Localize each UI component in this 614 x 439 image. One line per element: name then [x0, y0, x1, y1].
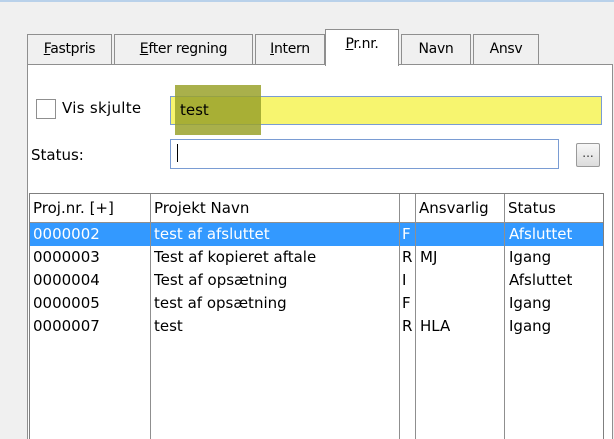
tab-label: Efter regning	[139, 41, 228, 57]
tab-ansv[interactable]: Ansv	[473, 34, 539, 64]
cell-name: test	[154, 317, 183, 335]
cell-status: Afsluttet	[509, 225, 573, 243]
cell-projnr: 0000002	[33, 225, 100, 243]
tab-label: Pr.nr.	[345, 36, 379, 52]
tab-label: Fastpris	[43, 41, 96, 57]
table-row[interactable]: 0000007 test R HLA Igang	[30, 315, 603, 338]
tab-label: Ansv	[489, 41, 523, 57]
column-header-owner[interactable]: Ansvarlig	[419, 194, 502, 223]
cell-name: test af opsætning	[154, 294, 287, 312]
table-row[interactable]: 0000002 test af afsluttet F Afsluttet	[30, 223, 603, 246]
tab-label: Intern	[270, 41, 310, 57]
project-grid[interactable]: Proj.nr. [+] Projekt Navn Ansvarlig Stat…	[29, 193, 604, 439]
tab-pr-nr[interactable]: Pr.nr.	[325, 29, 399, 66]
status-label: Status:	[31, 146, 84, 164]
cell-flag: I	[402, 271, 407, 289]
cell-status: Igang	[509, 294, 552, 312]
cell-status: Igang	[509, 317, 552, 335]
tab-navn[interactable]: Navn	[401, 34, 471, 64]
cell-status: Afsluttet	[509, 271, 573, 289]
status-input[interactable]	[170, 139, 559, 169]
column-divider	[399, 194, 400, 439]
text-caret	[177, 144, 178, 162]
tab-efter-regning[interactable]: Efter regning	[114, 34, 253, 64]
cell-name: Test af kopieret aftale	[154, 248, 317, 266]
cell-flag: F	[402, 294, 411, 312]
table-row[interactable]: 0000005 test af opsætning F Igang	[30, 292, 603, 315]
cell-name: Test af opsætning	[154, 271, 288, 289]
cell-status: Igang	[509, 248, 552, 266]
cell-name: test af afsluttet	[154, 225, 270, 243]
table-row[interactable]: 0000003 Test af kopieret aftale R MJ Iga…	[30, 246, 603, 269]
cell-owner: HLA	[420, 317, 451, 335]
table-row[interactable]: 0000004 Test af opsætning I Afsluttet	[30, 269, 603, 292]
cell-flag: R	[402, 248, 413, 266]
show-hidden-label: Vis skjulte	[62, 99, 142, 117]
tab-intern[interactable]: Intern	[255, 34, 325, 64]
cell-owner: MJ	[420, 248, 438, 266]
column-header-projnr[interactable]: Proj.nr. [+]	[33, 194, 148, 223]
column-header-flag[interactable]	[400, 194, 414, 223]
column-header-status[interactable]: Status	[508, 194, 602, 223]
cell-projnr: 0000004	[33, 271, 100, 289]
search-field[interactable]	[170, 85, 602, 135]
cell-projnr: 0000005	[33, 294, 100, 312]
search-input[interactable]	[180, 100, 580, 120]
status-browse-button[interactable]: ...	[576, 143, 600, 167]
column-divider	[150, 194, 151, 439]
cell-flag: R	[402, 317, 413, 335]
column-divider	[504, 194, 505, 439]
column-divider	[415, 194, 416, 439]
cell-projnr: 0000007	[33, 317, 100, 335]
show-hidden-checkbox[interactable]	[36, 99, 56, 119]
tab-label: Navn	[418, 41, 454, 57]
tab-fastpris[interactable]: Fastpris	[27, 34, 112, 64]
grid-header: Proj.nr. [+] Projekt Navn Ansvarlig Stat…	[30, 194, 603, 223]
cell-projnr: 0000003	[33, 248, 100, 266]
column-header-name[interactable]: Projekt Navn	[154, 194, 399, 223]
cell-flag: F	[402, 225, 411, 243]
